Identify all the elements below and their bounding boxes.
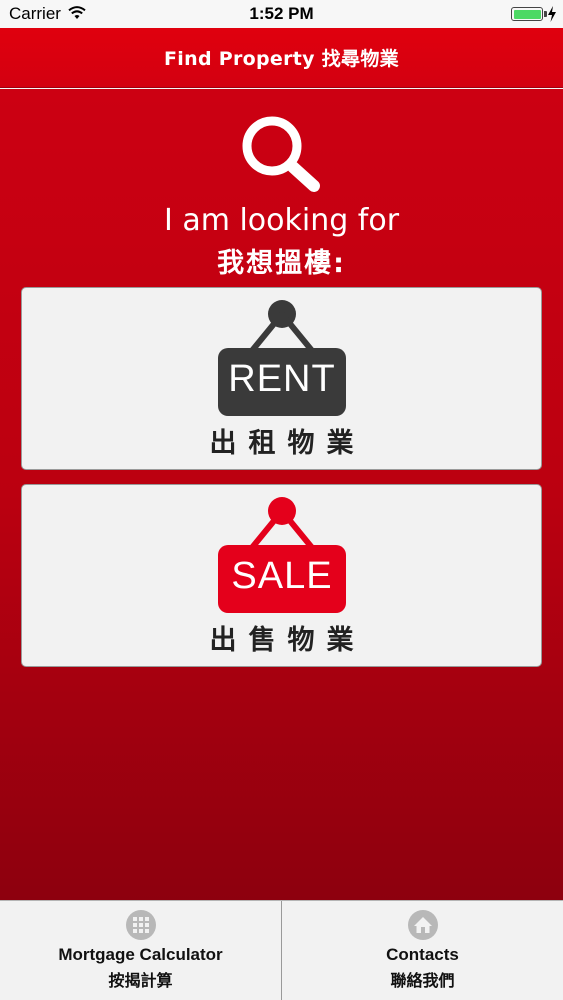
- main-content: I am looking for 我想搵樓: RENT 出租物業 SALE 出售…: [0, 89, 563, 900]
- hanging-sign-icon: RENT: [218, 298, 346, 416]
- rent-caption: 出租物業: [209, 428, 366, 459]
- page-title: Find Property 找尋物業: [164, 48, 399, 70]
- battery-icon: [511, 7, 547, 21]
- tab-mortgage-calculator[interactable]: Mortgage Calculator 按揭計算: [0, 901, 281, 1000]
- tab-label-chinese: 按揭計算: [108, 971, 173, 990]
- tab-bar: Mortgage Calculator 按揭計算 Contacts 聯絡我們: [0, 900, 563, 1000]
- tab-label-english: Mortgage Calculator: [58, 945, 223, 964]
- tab-label-chinese: 聯絡我們: [390, 971, 455, 990]
- navigation-bar: Find Property 找尋物業: [0, 28, 563, 88]
- hanging-sign-icon: SALE: [218, 495, 346, 613]
- tab-label-english: Contacts: [386, 945, 459, 964]
- rent-option-button[interactable]: RENT 出租物業: [21, 287, 542, 470]
- heading-english: I am looking for: [163, 203, 400, 238]
- sale-option-button[interactable]: SALE 出售物業: [21, 484, 542, 667]
- sale-sign-text: SALE: [231, 555, 333, 597]
- calculator-icon: [125, 910, 156, 940]
- rent-sign-text: RENT: [228, 358, 336, 400]
- clock: 1:52 PM: [249, 4, 314, 23]
- heading-chinese: 我想搵樓:: [217, 248, 346, 279]
- sale-caption: 出售物業: [209, 625, 366, 656]
- home-icon: [407, 910, 438, 940]
- search-icon: [242, 116, 320, 192]
- status-bar: Carrier 1:52 PM: [0, 0, 563, 28]
- tab-contacts[interactable]: Contacts 聯絡我們: [281, 901, 563, 1000]
- charging-icon: [548, 6, 556, 22]
